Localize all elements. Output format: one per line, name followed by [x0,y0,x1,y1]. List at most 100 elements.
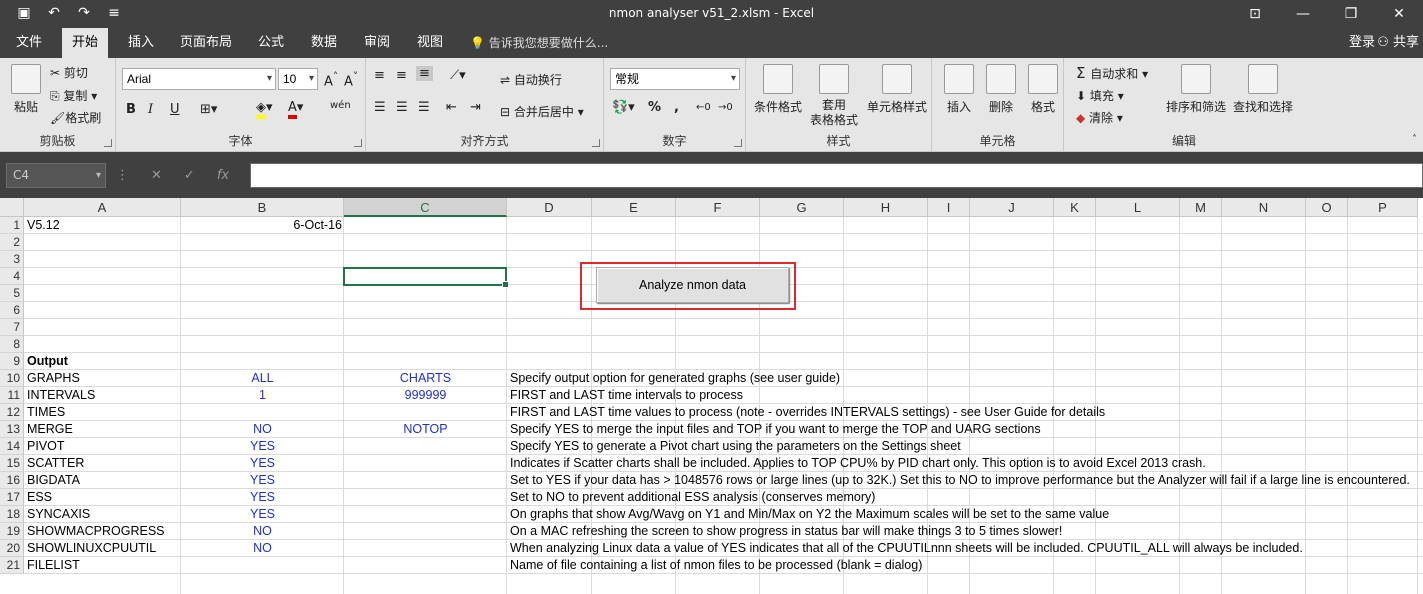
column-header-c[interactable]: C [344,198,507,217]
cell-d11[interactable]: FIRST and LAST time intervals to process [507,387,743,404]
row-header-18[interactable]: 18 [0,506,24,523]
cell-a17[interactable]: ESS [24,489,181,506]
dialog-launcher-icon[interactable] [592,139,600,147]
conditional-format-button[interactable]: 条件格式 [750,64,806,115]
select-all-corner[interactable] [0,198,24,217]
number-format-select[interactable]: 常规 [610,68,740,90]
bold-button[interactable]: B [126,102,136,117]
cell-b18[interactable]: YES [181,506,344,523]
tab-home[interactable]: 开始 [62,28,109,58]
worksheet-grid[interactable]: A B C D E F G H I J K L M N O P 1 2 3 4 5 6 7 8 9 10 11 12 13 14 15 16 1… [0,198,1423,594]
align-top-icon[interactable]: ≡ [374,68,385,83]
column-header-j[interactable]: J [970,198,1054,217]
row-header-17[interactable]: 17 [0,489,24,506]
row-header-15[interactable]: 15 [0,455,24,472]
autosum-button[interactable]: Σ 自动求和 ▾ [1076,64,1148,82]
phonetic-icon[interactable]: wén [330,100,351,111]
row-header-11[interactable]: 11 [0,387,24,404]
sort-filter-button[interactable]: 排序和筛选 [1164,64,1228,115]
increase-font-icon[interactable]: A˄ [324,70,338,89]
tell-me-search[interactable]: 💡 告诉我您想要做什么... [470,28,608,58]
cell-d16[interactable]: Set to YES if your data has > 1048576 ro… [507,472,1410,489]
format-as-table-button[interactable]: 套用 表格格式 [806,64,862,128]
font-name-select[interactable]: Arial [122,68,276,90]
copy-button[interactable]: ⎘ 复制 ▾ [50,87,97,104]
tab-file[interactable]: 文件 [6,28,52,58]
merge-center-button[interactable]: ⊟ 合并后居中 ▾ [500,103,584,120]
column-header-m[interactable]: M [1180,198,1222,217]
cell-b13[interactable]: NO [181,421,344,438]
cell-a9[interactable]: Output [24,353,181,370]
cell-a19[interactable]: SHOWMACPROGRESS [24,523,181,540]
cell-a16[interactable]: BIGDATA [24,472,181,489]
row-header-21[interactable]: 21 [0,557,24,574]
font-color-icon[interactable]: A▾ [288,100,303,119]
cell-c10[interactable]: CHARTS [344,370,507,387]
decrease-decimal-icon[interactable]: →0 [718,102,733,113]
row-header-10[interactable]: 10 [0,370,24,387]
cell-c13[interactable]: NOTOP [344,421,507,438]
decrease-indent-icon[interactable]: ⇤ [446,100,457,115]
collapse-ribbon-icon[interactable]: ˄ [1412,134,1417,145]
column-header-g[interactable]: G [760,198,844,217]
cancel-icon[interactable]: ✕ [151,168,162,183]
column-header-d[interactable]: D [507,198,592,217]
ribbon-display-icon[interactable]: ⊡ [1231,0,1279,28]
share-button[interactable]: ⚇ 共享 [1377,28,1419,58]
column-header-o[interactable]: O [1306,198,1348,217]
name-box[interactable]: C4 [6,163,106,188]
align-left-icon[interactable]: ☰ [374,100,386,115]
row-header-13[interactable]: 13 [0,421,24,438]
tab-data[interactable]: 数据 [301,28,347,58]
tab-formulas[interactable]: 公式 [248,28,294,58]
tab-page-layout[interactable]: 页面布局 [170,28,242,58]
column-header-a[interactable]: A [24,198,181,217]
cell-styles-button[interactable]: 单元格样式 [864,64,930,115]
row-header-20[interactable]: 20 [0,540,24,557]
row-header-14[interactable]: 14 [0,438,24,455]
cell-a21[interactable]: FILELIST [24,557,181,574]
cell-a14[interactable]: PIVOT [24,438,181,455]
cell-d21[interactable]: Name of file containing a list of nmon f… [507,557,922,574]
border-icon[interactable]: ⊞▾ [200,102,217,117]
cell-d13[interactable]: Specify YES to merge the input files and… [507,421,1041,438]
tab-view[interactable]: 视图 [407,28,453,58]
tab-insert[interactable]: 插入 [118,28,164,58]
cell-b20[interactable]: NO [181,540,344,557]
cell-d14[interactable]: Specify YES to generate a Pivot chart us… [507,438,961,455]
cell-b11[interactable]: 1 [181,387,344,404]
align-bottom-icon[interactable]: ≡ [416,66,433,81]
cell-a20[interactable]: SHOWLINUXCPUUTIL [24,540,181,557]
cell-d12[interactable]: FIRST and LAST time values to process (n… [507,404,1105,421]
wrap-text-button[interactable]: ⇌ 自动换行 [500,71,562,88]
cell-a13[interactable]: MERGE [24,421,181,438]
cell-a1[interactable]: V5.12 [24,217,181,234]
cell-b16[interactable]: YES [181,472,344,489]
italic-button[interactable]: I [148,102,153,117]
align-right-icon[interactable]: ☰ [418,100,430,115]
dialog-launcher-icon[interactable] [104,139,112,147]
row-header-12[interactable]: 12 [0,404,24,421]
login-link[interactable]: 登录 [1349,28,1375,58]
find-select-button[interactable]: 查找和选择 [1230,64,1296,115]
clear-button[interactable]: ◆ 清除 ▾ [1076,109,1123,126]
column-header-b[interactable]: B [181,198,344,217]
cell-d18[interactable]: On graphs that show Avg/Wavg on Y1 and M… [507,506,1109,523]
column-header-n[interactable]: N [1222,198,1306,217]
row-header-19[interactable]: 19 [0,523,24,540]
row-header-9[interactable]: 9 [0,353,24,370]
cell-a10[interactable]: GRAPHS [24,370,181,387]
paste-button[interactable]: 粘贴 [8,64,44,115]
cell-a12[interactable]: TIMES [24,404,181,421]
fill-button[interactable]: ⬇ 填充 ▾ [1076,87,1124,104]
align-center-icon[interactable]: ☰ [396,100,408,115]
row-header-4[interactable]: 4 [0,268,24,285]
cell-c11[interactable]: 999999 [344,387,507,404]
function-icon[interactable]: fx [217,168,229,183]
align-middle-icon[interactable]: ≡ [396,68,407,83]
cell-d19[interactable]: On a MAC refreshing the screen to show p… [507,523,1062,540]
cell-d20[interactable]: When analyzing Linux data a value of YES… [507,540,1303,557]
column-header-f[interactable]: F [676,198,760,217]
cell-d17[interactable]: Set to NO to prevent additional ESS anal… [507,489,875,506]
cell-a18[interactable]: SYNCAXIS [24,506,181,523]
